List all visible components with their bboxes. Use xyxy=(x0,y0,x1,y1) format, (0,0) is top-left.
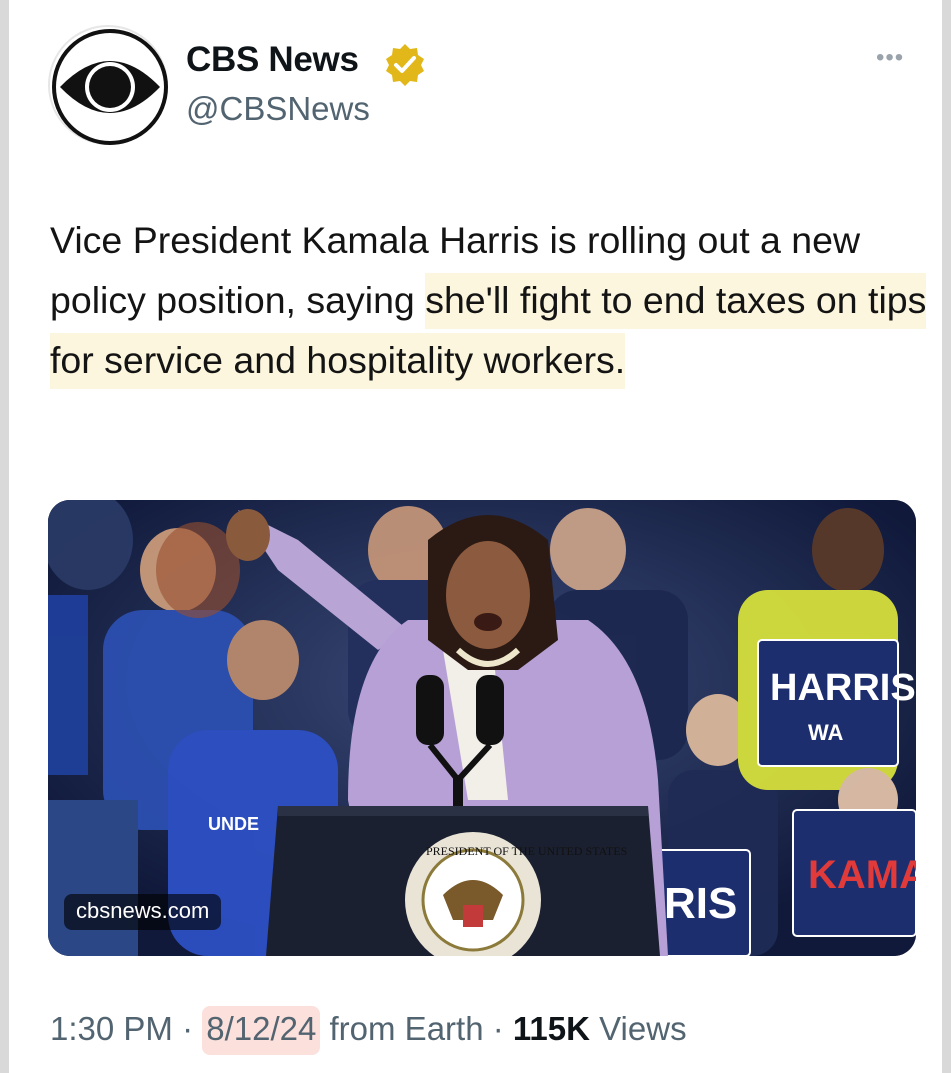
shirt-text: UNDE xyxy=(208,814,259,834)
tweet-text: Vice President Kamala Harris is rolling … xyxy=(50,210,930,390)
display-name[interactable]: CBS News xyxy=(186,40,359,80)
meta-separator: · xyxy=(483,1010,513,1047)
left-border xyxy=(0,0,9,1073)
meta-separator: · xyxy=(172,1010,203,1047)
sign-kama: KAMA xyxy=(808,853,916,897)
account-handle[interactable]: @CBSNews xyxy=(186,90,370,128)
sign-wa: WA xyxy=(808,720,844,745)
tweet-media-image[interactable]: HARRIS WA KAMA RIS UNDE PRESIDENT OF THE… xyxy=(48,500,916,956)
seal-text: PRESIDENT OF THE UNITED STATES xyxy=(426,844,627,858)
tweet-time[interactable]: 1:30 PM xyxy=(50,1010,173,1047)
media-source-label[interactable]: cbsnews.com xyxy=(64,894,222,930)
avatar[interactable] xyxy=(48,25,168,145)
right-border xyxy=(942,0,951,1073)
podium: PRESIDENT OF THE UNITED STATES xyxy=(266,806,660,956)
cbs-eye-logo-icon xyxy=(52,29,168,145)
verified-badge-icon xyxy=(386,44,424,86)
more-options-icon[interactable]: ••• xyxy=(876,44,904,72)
views-label: Views xyxy=(589,1010,687,1047)
rally-photo: HARRIS WA KAMA RIS UNDE PRESIDENT OF THE… xyxy=(48,500,916,956)
sign-harris: HARRIS xyxy=(770,667,916,709)
sign-ris: RIS xyxy=(664,879,737,928)
tweet-date[interactable]: 8/12/24 xyxy=(202,1006,321,1055)
tweet-meta: 1:30 PM · 8/12/24 from Earth · 115K View… xyxy=(50,1006,687,1055)
tweet-source: from Earth xyxy=(320,1010,484,1047)
views-count[interactable]: 115K xyxy=(513,1010,590,1047)
